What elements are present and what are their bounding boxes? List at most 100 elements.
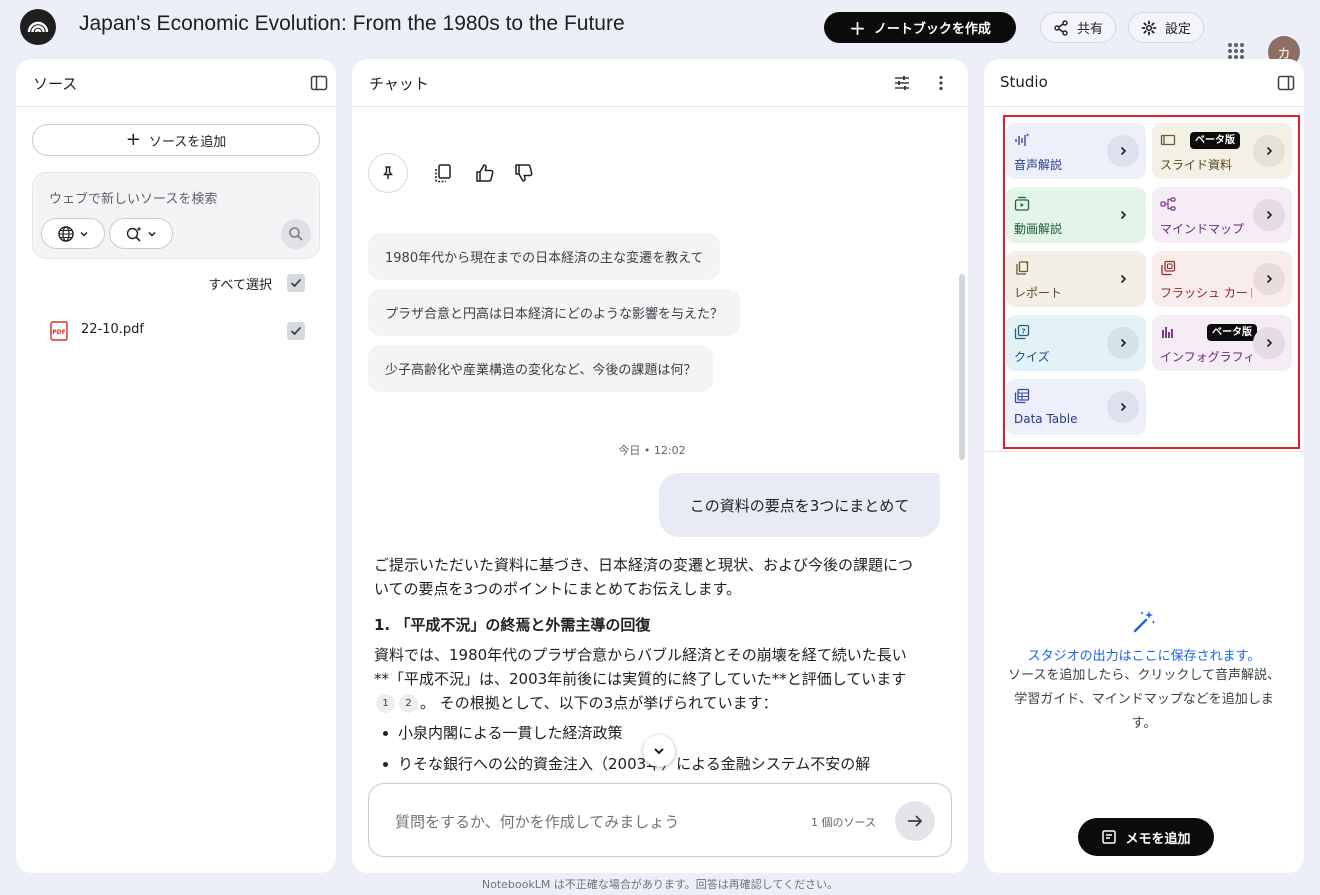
tile-video-overview[interactable]: 動画解説	[1006, 187, 1146, 243]
chevron-down-icon	[654, 748, 664, 755]
chevron-right-icon	[1266, 338, 1273, 348]
report-icon	[1016, 260, 1029, 275]
slides-icon	[1160, 134, 1176, 146]
source-file-checkbox[interactable]	[287, 322, 305, 340]
tile-label: クイズ	[1014, 350, 1050, 364]
suggested-question[interactable]: 1980年代から現在までの日本経済の主な変遷を教えて	[368, 233, 721, 280]
check-icon	[290, 278, 302, 288]
settings-label: 設定	[1164, 22, 1191, 37]
note-icon	[1102, 830, 1117, 844]
citation-chip[interactable]: 2	[399, 694, 418, 713]
audio-wave-icon	[1015, 133, 1030, 146]
suggested-question[interactable]: プラザ合意と円高は日本経済にどのような影響を与えた？	[368, 289, 741, 336]
flashcards-icon	[1161, 260, 1176, 276]
disclaimer-footer: NotebookLM は不正確な場合があります。回答は再確認してください。	[481, 878, 839, 891]
tile-flashcards[interactable]: フラッシュ カード	[1152, 251, 1292, 307]
chevron-right-icon	[1266, 146, 1273, 156]
search-icon	[289, 227, 303, 241]
send-button[interactable]	[895, 801, 935, 841]
source-count: 1 個のソース	[811, 816, 876, 829]
chat-scrollbar[interactable]	[959, 274, 965, 460]
chat-input-area: 質問をするか、何かを作成してみましょう 1 個のソース	[352, 771, 968, 873]
chat-input[interactable]: 質問をするか、何かを作成してみましょう 1 個のソース	[368, 783, 952, 857]
apps-grid-icon[interactable]	[1227, 42, 1245, 60]
tile-open-button[interactable]	[1107, 327, 1139, 359]
tile-report[interactable]: レポート	[1006, 251, 1146, 307]
tile-open-button[interactable]	[1107, 135, 1139, 167]
beta-badge: ベータ版	[1207, 324, 1257, 341]
tile-data-table[interactable]: Data Table	[1006, 379, 1146, 435]
collapse-panel-icon[interactable]	[309, 73, 329, 93]
infographic-icon	[1162, 327, 1173, 338]
suggested-question[interactable]: 少子高齢化や産業構造の変化など、今後の課題は何？	[368, 345, 714, 392]
search-submit-button[interactable]	[281, 219, 311, 249]
tune-icon[interactable]	[892, 73, 912, 93]
share-icon	[1054, 19, 1068, 36]
sparkle-search-icon	[126, 226, 142, 242]
add-memo-button[interactable]: メモを追加	[1078, 818, 1214, 856]
beta-badge: ベータ版	[1190, 132, 1240, 149]
tile-open-button[interactable]	[1253, 199, 1285, 231]
source-file-name[interactable]: 22-10.pdf	[81, 322, 144, 337]
add-source-button[interactable]: + ソースを追加	[32, 124, 320, 156]
list-item: 小泉内閣による一貫した経済政策	[374, 721, 914, 745]
notebook-title[interactable]: Japan's Economic Evolution: From the 198…	[79, 12, 625, 36]
tile-infographic[interactable]: ベータ版 インフォグラフィック	[1152, 315, 1292, 371]
tile-label: フラッシュ カード	[1160, 286, 1252, 300]
divider	[984, 451, 1304, 452]
settings-button[interactable]: 設定	[1128, 12, 1204, 43]
citation-chip[interactable]: 1	[376, 694, 395, 713]
scroll-to-bottom-button[interactable]	[643, 735, 675, 767]
chevron-right-icon	[1266, 274, 1273, 284]
tile-quiz[interactable]: ? クイズ	[1006, 315, 1146, 371]
thumb-up-icon[interactable]	[474, 162, 496, 184]
chat-panel-header: チャット	[352, 59, 968, 107]
create-notebook-button[interactable]: + ノートブックを作成	[824, 12, 1016, 43]
user-message: この資料の要点を3つにまとめて	[659, 473, 940, 537]
answer-paragraph-text: 。 その根拠として、以下の3点が挙げられています：	[420, 694, 778, 712]
web-source-search[interactable]: ウェブで新しいソースを検索	[32, 172, 320, 259]
empty-state-title: スタジオの出力はここに保存されます。	[1027, 649, 1261, 664]
tile-open-button[interactable]	[1253, 327, 1285, 359]
chat-panel: チャット 1980年代から現在までの日本経済の主な変遷を教えて プラザ合意と円高…	[352, 59, 968, 873]
message-timestamp: 今日 • 12:02	[618, 444, 686, 457]
select-all-label: すべて選択	[208, 278, 272, 293]
tile-open-button[interactable]	[1253, 135, 1285, 167]
pin-button[interactable]	[368, 153, 408, 193]
tile-open-button[interactable]	[1107, 391, 1139, 423]
tile-label: 動画解説	[1014, 222, 1063, 236]
collapse-panel-icon[interactable]	[1276, 73, 1296, 93]
select-all-checkbox[interactable]	[287, 274, 305, 292]
quiz-icon: ?	[1014, 324, 1030, 340]
copy-icon[interactable]	[432, 162, 454, 184]
tile-label: スライド資料	[1160, 158, 1233, 172]
logo-arcs-icon	[27, 21, 49, 33]
chat-input-placeholder[interactable]: 質問をするか、何かを作成してみましょう	[395, 811, 679, 832]
arrow-right-icon	[908, 815, 923, 827]
search-input[interactable]: ウェブで新しいソースを検索	[49, 188, 217, 207]
tile-slides[interactable]: ベータ版 スライド資料	[1152, 123, 1292, 179]
share-label: 共有	[1076, 22, 1103, 37]
tile-audio-overview[interactable]: 音声解説	[1006, 123, 1146, 179]
tile-open-button[interactable]	[1253, 263, 1285, 295]
tile-open-button[interactable]	[1107, 199, 1139, 231]
web-source-type-dropdown[interactable]	[41, 218, 105, 249]
sources-title: ソース	[33, 75, 78, 93]
more-vert-icon[interactable]	[931, 73, 951, 93]
share-button[interactable]: 共有	[1040, 12, 1116, 43]
plus-icon: +	[125, 129, 141, 150]
notebooklm-logo-icon[interactable]	[20, 9, 56, 45]
chevron-down-icon	[148, 231, 156, 237]
tile-open-button[interactable]	[1107, 263, 1139, 295]
thumb-down-icon[interactable]	[513, 162, 535, 184]
chevron-right-icon	[1120, 210, 1127, 220]
answer-paragraph: 資料では、1980年代のプラザ合意からバブル経済とその崩壊を経て続いた長い**「…	[374, 643, 914, 715]
tile-mindmap[interactable]: マインドマップ	[1152, 187, 1292, 243]
research-mode-dropdown[interactable]	[109, 218, 173, 249]
gear-icon	[1141, 20, 1157, 35]
studio-panel: Studio 音声解説 ベータ版 スライド資料 動画解説 マインドマップ レポー…	[984, 59, 1304, 873]
pdf-icon: PDF	[50, 321, 68, 341]
plus-icon: +	[849, 15, 866, 40]
add-memo-label: メモを追加	[1125, 831, 1191, 847]
tile-label: マインドマップ	[1160, 222, 1245, 236]
